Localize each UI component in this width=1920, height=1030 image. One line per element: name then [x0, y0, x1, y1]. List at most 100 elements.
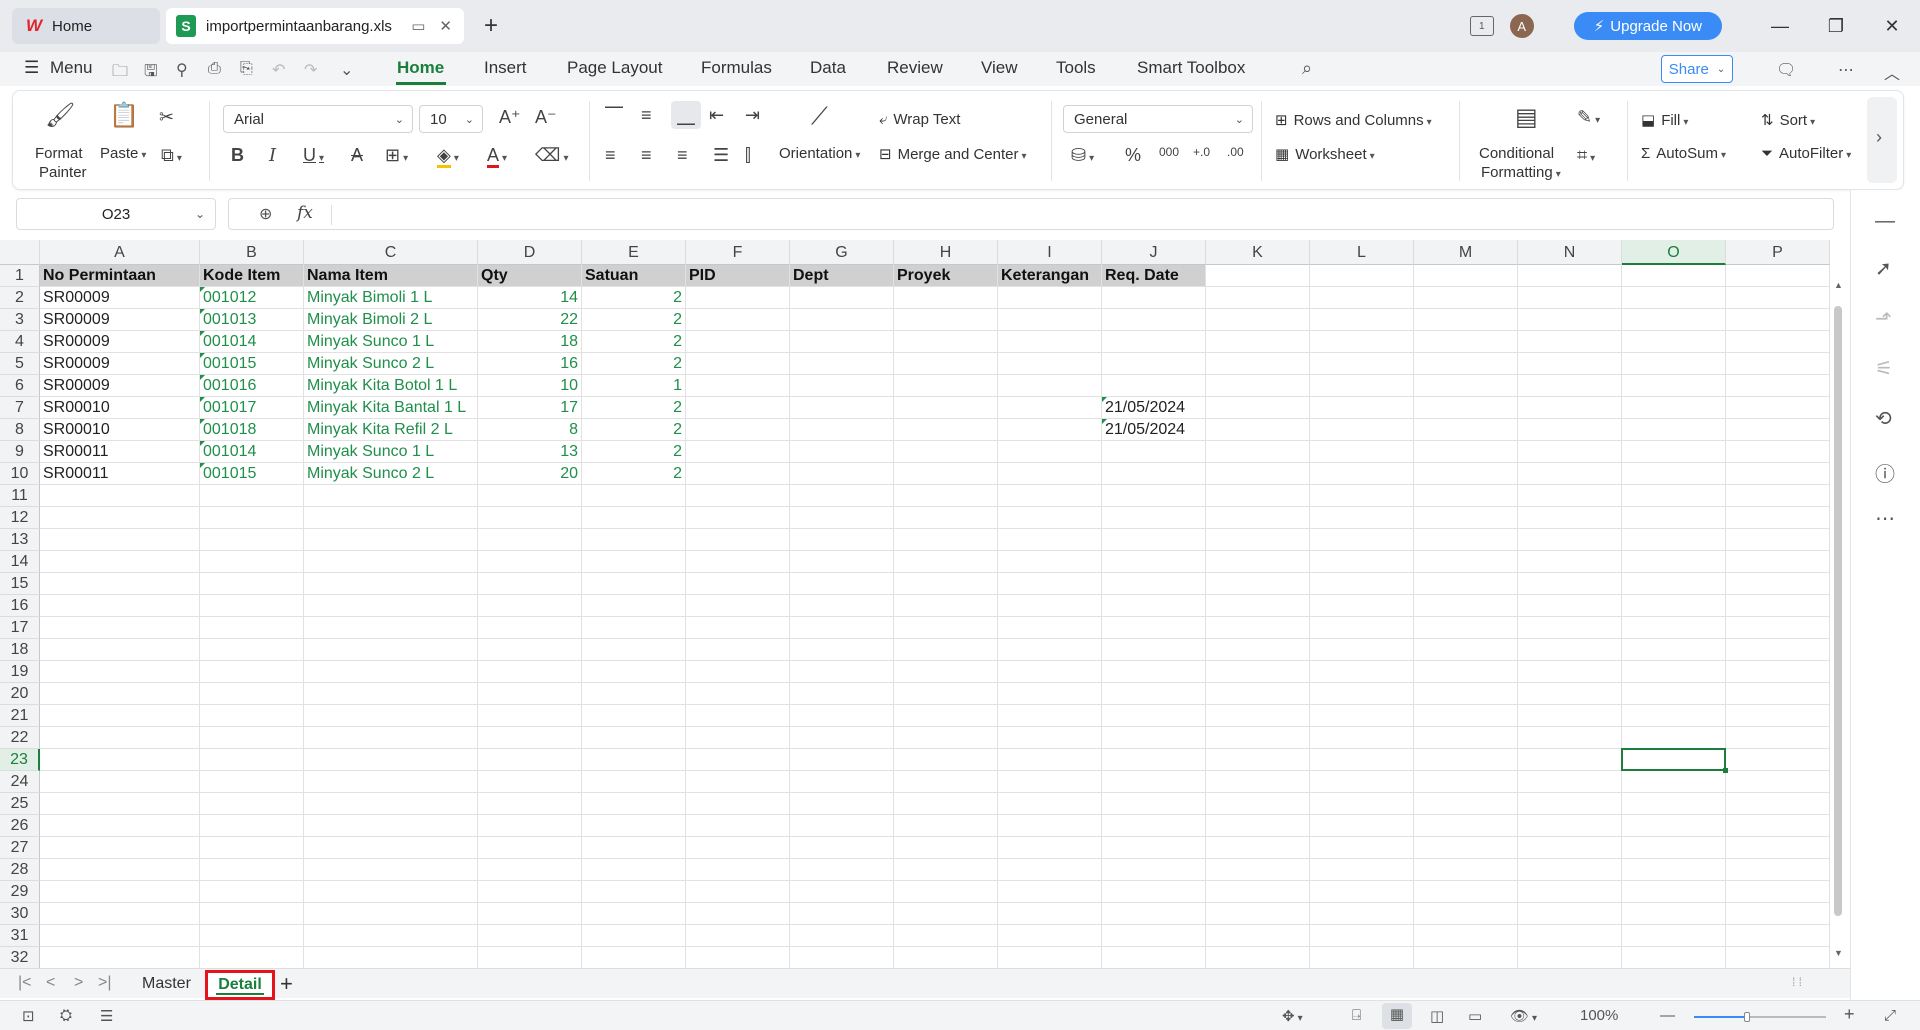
cell-g17[interactable]	[790, 617, 894, 639]
cell-i11[interactable]	[998, 485, 1102, 507]
cell-a11[interactable]	[40, 485, 200, 507]
cell-e19[interactable]	[582, 661, 686, 683]
currency-icon[interactable]: ⛁ ▾	[1071, 145, 1094, 166]
tab-home[interactable]: W Home	[12, 8, 160, 44]
cut-icon[interactable]: ✂	[159, 107, 174, 128]
cell-p13[interactable]	[1726, 529, 1830, 551]
cell-f28[interactable]	[686, 859, 790, 881]
cell-l7[interactable]	[1310, 397, 1414, 419]
cell-a21[interactable]	[40, 705, 200, 727]
cell-d23[interactable]	[478, 749, 582, 771]
cell-i5[interactable]	[998, 353, 1102, 375]
cell-c22[interactable]	[304, 727, 478, 749]
cell-d27[interactable]	[478, 837, 582, 859]
cell-f25[interactable]	[686, 793, 790, 815]
cell-l6[interactable]	[1310, 375, 1414, 397]
cell-g14[interactable]	[790, 551, 894, 573]
cell-l24[interactable]	[1310, 771, 1414, 793]
cell-e1[interactable]: Satuan	[582, 265, 686, 287]
cell-m5[interactable]	[1414, 353, 1518, 375]
cell-i19[interactable]	[998, 661, 1102, 683]
cell-h24[interactable]	[894, 771, 998, 793]
cell-n25[interactable]	[1518, 793, 1622, 815]
cell-b16[interactable]	[200, 595, 304, 617]
avatar[interactable]: A	[1509, 14, 1534, 38]
cell-o12[interactable]	[1622, 507, 1726, 529]
cell-d31[interactable]	[478, 925, 582, 947]
cell-f8[interactable]	[686, 419, 790, 441]
cell-p31[interactable]	[1726, 925, 1830, 947]
cell-i16[interactable]	[998, 595, 1102, 617]
cell-h9[interactable]	[894, 441, 998, 463]
cell-n21[interactable]	[1518, 705, 1622, 727]
cell-b28[interactable]	[200, 859, 304, 881]
cell-o32[interactable]	[1622, 947, 1726, 968]
cell-j15[interactable]	[1102, 573, 1206, 595]
cell-n3[interactable]	[1518, 309, 1622, 331]
cell-o19[interactable]	[1622, 661, 1726, 683]
row-header-15[interactable]: 15	[0, 573, 40, 595]
cell-n15[interactable]	[1518, 573, 1622, 595]
cell-e7[interactable]: 2	[582, 397, 686, 419]
cell-k3[interactable]	[1206, 309, 1310, 331]
cell-c25[interactable]	[304, 793, 478, 815]
cell-h3[interactable]	[894, 309, 998, 331]
last-sheet-icon[interactable]: >|	[98, 974, 112, 992]
cell-m17[interactable]	[1414, 617, 1518, 639]
cell-b26[interactable]	[200, 815, 304, 837]
window-count-icon[interactable]: 1	[1469, 16, 1494, 36]
cell-a28[interactable]	[40, 859, 200, 881]
row-header-28[interactable]: 28	[0, 859, 40, 881]
cell-i20[interactable]	[998, 683, 1102, 705]
cell-l28[interactable]	[1310, 859, 1414, 881]
cell-i10[interactable]	[998, 463, 1102, 485]
cell-h31[interactable]	[894, 925, 998, 947]
cell-d7[interactable]: 17	[478, 397, 582, 419]
cell-h17[interactable]	[894, 617, 998, 639]
cell-n20[interactable]	[1518, 683, 1622, 705]
cell-m2[interactable]	[1414, 287, 1518, 309]
cell-h5[interactable]	[894, 353, 998, 375]
cell-d17[interactable]	[478, 617, 582, 639]
fullscreen-icon[interactable]: ⤢	[1884, 1007, 1896, 1024]
cell-m1[interactable]	[1414, 265, 1518, 287]
row-header-6[interactable]: 6	[0, 375, 40, 397]
cell-k11[interactable]	[1206, 485, 1310, 507]
cell-h2[interactable]	[894, 287, 998, 309]
cell-o22[interactable]	[1622, 727, 1726, 749]
row-header-30[interactable]: 30	[0, 903, 40, 925]
cell-e15[interactable]	[582, 573, 686, 595]
redo-icon[interactable]: ↷	[304, 60, 317, 80]
cell-k5[interactable]	[1206, 353, 1310, 375]
cell-g13[interactable]	[790, 529, 894, 551]
cell-p16[interactable]	[1726, 595, 1830, 617]
cell-b21[interactable]	[200, 705, 304, 727]
cell-c19[interactable]	[304, 661, 478, 683]
crosshair-icon[interactable]: ✥ ▾	[1282, 1007, 1303, 1025]
cell-g23[interactable]	[790, 749, 894, 771]
cell-j10[interactable]	[1102, 463, 1206, 485]
help-icon[interactable]: ⓘ	[1875, 458, 1895, 487]
share-button[interactable]: Share ⌄	[1661, 55, 1733, 83]
link-icon[interactable]: ⚲	[176, 60, 188, 80]
cell-j29[interactable]	[1102, 881, 1206, 903]
cell-e13[interactable]	[582, 529, 686, 551]
cell-n26[interactable]	[1518, 815, 1622, 837]
cell-c31[interactable]	[304, 925, 478, 947]
cell-p10[interactable]	[1726, 463, 1830, 485]
tab-splitter-icon[interactable]: ⁞ ⁞	[1792, 975, 1802, 989]
cell-i13[interactable]	[998, 529, 1102, 551]
cell-c3[interactable]: Minyak Bimoli 2 L	[304, 309, 478, 331]
cell-k21[interactable]	[1206, 705, 1310, 727]
cell-m26[interactable]	[1414, 815, 1518, 837]
select-all-corner[interactable]	[0, 240, 40, 265]
page-layout-view-icon[interactable]: ▭	[1468, 1007, 1482, 1025]
macro-icon[interactable]: ⛭	[60, 1007, 72, 1024]
row-header-27[interactable]: 27	[0, 837, 40, 859]
paste-button[interactable]: Paste ▾	[100, 145, 146, 162]
column-header-p[interactable]: P	[1726, 240, 1830, 265]
cell-m19[interactable]	[1414, 661, 1518, 683]
worksheet-button[interactable]: ▦ Worksheet ▾	[1275, 145, 1375, 163]
cell-g4[interactable]	[790, 331, 894, 353]
cell-j5[interactable]	[1102, 353, 1206, 375]
